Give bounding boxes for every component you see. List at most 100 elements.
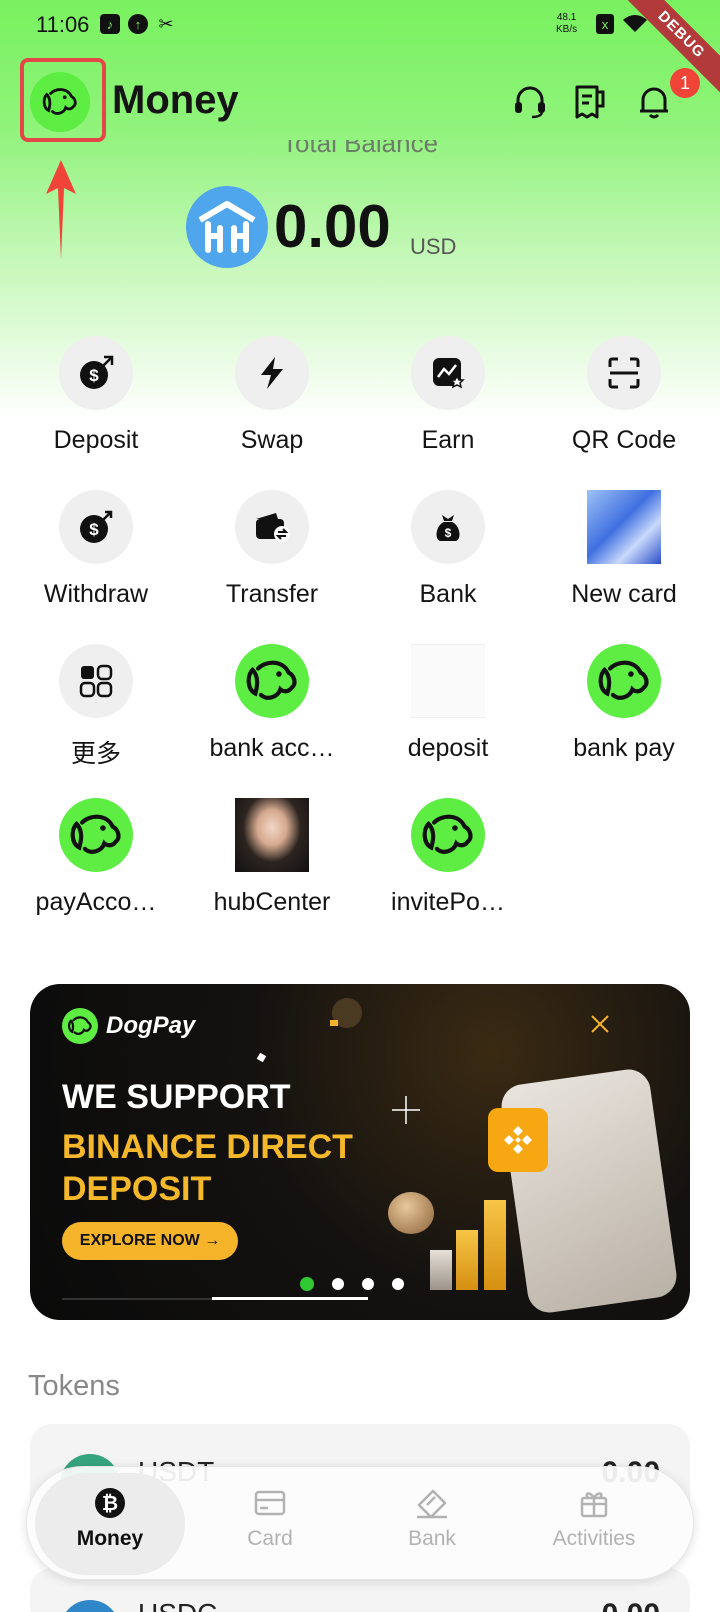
- action-pay-account[interactable]: payAcco…: [8, 798, 184, 917]
- chart-bar-illustration: [456, 1230, 478, 1290]
- action-deposit-2[interactable]: deposit: [360, 644, 536, 763]
- action-label: Transfer: [225, 580, 319, 608]
- chart-bar-illustration: [430, 1250, 452, 1290]
- dog-logo-icon: [411, 798, 485, 872]
- token-name: USDC: [138, 1598, 217, 1612]
- svg-text:$: $: [89, 366, 99, 385]
- nav-tab-money[interactable]: ₿ Money: [35, 1473, 185, 1575]
- notification-badge: 1: [670, 68, 700, 98]
- dog-logo-icon: [42, 88, 77, 115]
- phone-illustration: [498, 1066, 680, 1316]
- nav-label: Activities: [552, 1527, 636, 1550]
- bottom-nav: ₿ Money Card Bank Activities: [26, 1466, 694, 1580]
- page-title: Money: [112, 78, 239, 122]
- chart-bar-illustration: [484, 1200, 506, 1290]
- upload-icon: ↑: [128, 14, 148, 34]
- action-new-card[interactable]: New card: [536, 490, 712, 609]
- net-speed: 48.1 KB/s: [556, 12, 577, 36]
- action-qr-code[interactable]: QR Code: [536, 336, 712, 455]
- action-label: hubCenter: [213, 888, 331, 916]
- token-amount: 0.00: [602, 1598, 660, 1612]
- action-earn[interactable]: Earn: [360, 336, 536, 455]
- action-label: deposit: [407, 734, 489, 762]
- portrait-photo-icon: [235, 798, 309, 872]
- action-label: payAcco…: [35, 888, 157, 916]
- action-label: QR Code: [571, 426, 677, 454]
- action-bank-pay[interactable]: bank pay: [536, 644, 712, 763]
- action-label: Withdraw: [43, 580, 149, 608]
- carousel-dot[interactable]: [362, 1278, 374, 1290]
- action-label: New card: [571, 580, 677, 608]
- balance-value: 0.00: [274, 193, 391, 260]
- action-deposit[interactable]: $ Deposit: [8, 336, 184, 455]
- bank-bag-icon: $: [411, 490, 485, 564]
- action-bank-account[interactable]: bank acc…: [184, 644, 360, 763]
- action-label: Bank: [419, 580, 477, 608]
- profile-avatar[interactable]: [30, 72, 90, 132]
- action-label: Deposit: [53, 426, 139, 454]
- dog-logo-icon: [235, 644, 309, 718]
- sparkle-icon: [330, 1020, 338, 1026]
- carousel-progress: [212, 1297, 368, 1300]
- nav-tab-activities[interactable]: Activities: [519, 1467, 669, 1581]
- explore-now-button[interactable]: EXPLORE NOW →: [62, 1222, 238, 1260]
- bank-tag-icon: [414, 1485, 450, 1521]
- deposit-icon: $: [59, 336, 133, 410]
- card-icon: [252, 1485, 288, 1521]
- action-invite[interactable]: invitePo…: [360, 798, 536, 917]
- dog-logo-icon: [59, 798, 133, 872]
- tools-icon: ✂: [158, 13, 174, 34]
- action-label: Earn: [421, 426, 475, 454]
- action-more[interactable]: 更多: [8, 644, 184, 770]
- action-label: bank acc…: [209, 734, 335, 762]
- action-label: Swap: [240, 426, 304, 454]
- qr-scan-icon: [587, 336, 661, 410]
- support-headset-icon[interactable]: [510, 82, 550, 122]
- withdraw-icon: $: [59, 490, 133, 564]
- gift-icon: [576, 1485, 612, 1521]
- sparkle-icon: [392, 1096, 420, 1124]
- net-speed-value: 48.1: [556, 12, 577, 23]
- banner-headline: WE SUPPORT: [62, 1078, 291, 1116]
- carousel-dot-active[interactable]: [300, 1277, 314, 1291]
- action-bank[interactable]: $ Bank: [360, 490, 536, 609]
- action-transfer[interactable]: Transfer: [184, 490, 360, 609]
- sparkle-icon: [591, 1015, 609, 1033]
- action-label: bank pay: [573, 734, 675, 762]
- balance-label-text: Total Balance: [281, 140, 439, 158]
- action-withdraw[interactable]: $ Withdraw: [8, 490, 184, 609]
- net-speed-unit: KB/s: [556, 24, 578, 35]
- bitcoin-icon: ₿: [92, 1485, 128, 1521]
- transfer-icon: [235, 490, 309, 564]
- carousel-dot[interactable]: [392, 1278, 404, 1290]
- action-swap[interactable]: Swap: [184, 336, 360, 455]
- coin-illustration: [388, 1192, 434, 1234]
- dog-logo-icon: [587, 644, 661, 718]
- nav-label: Bank: [408, 1527, 456, 1550]
- status-bar: 11:06 ♪ ↑ ✂ 48.1 KB/s x DEBUG: [0, 0, 720, 98]
- notification-bell-icon[interactable]: [634, 82, 674, 122]
- earn-icon: [411, 336, 485, 410]
- banner-brand: DogPay: [62, 1008, 195, 1044]
- usdc-icon: [60, 1600, 120, 1612]
- svg-text:$: $: [445, 526, 452, 540]
- more-grid-icon: [59, 644, 133, 718]
- bill-receipt-icon[interactable]: [568, 82, 608, 122]
- banner-brand-name: DogPay: [106, 1012, 196, 1039]
- promo-banner[interactable]: DogPay WE SUPPORT BINANCE DIRECT DEPOSIT…: [30, 984, 690, 1320]
- carousel-dot[interactable]: [332, 1278, 344, 1290]
- status-time: 11:06: [36, 12, 90, 37]
- action-label: invitePo…: [391, 888, 505, 916]
- tiktok-icon: ♪: [100, 14, 120, 34]
- action-label: 更多: [70, 740, 121, 768]
- red-pointer-arrow: [46, 160, 76, 260]
- lightning-icon: [235, 336, 309, 410]
- action-hub-center[interactable]: hubCenter: [184, 798, 360, 917]
- balance-label: Total Balance: [240, 140, 480, 168]
- nav-tab-card[interactable]: Card: [195, 1467, 345, 1581]
- balance-unit: USD: [410, 234, 457, 259]
- banner-line-3: DEPOSIT: [62, 1170, 212, 1208]
- nav-label: Money: [76, 1527, 144, 1550]
- nav-tab-bank[interactable]: Bank: [357, 1467, 507, 1581]
- card-image-icon: [587, 490, 661, 564]
